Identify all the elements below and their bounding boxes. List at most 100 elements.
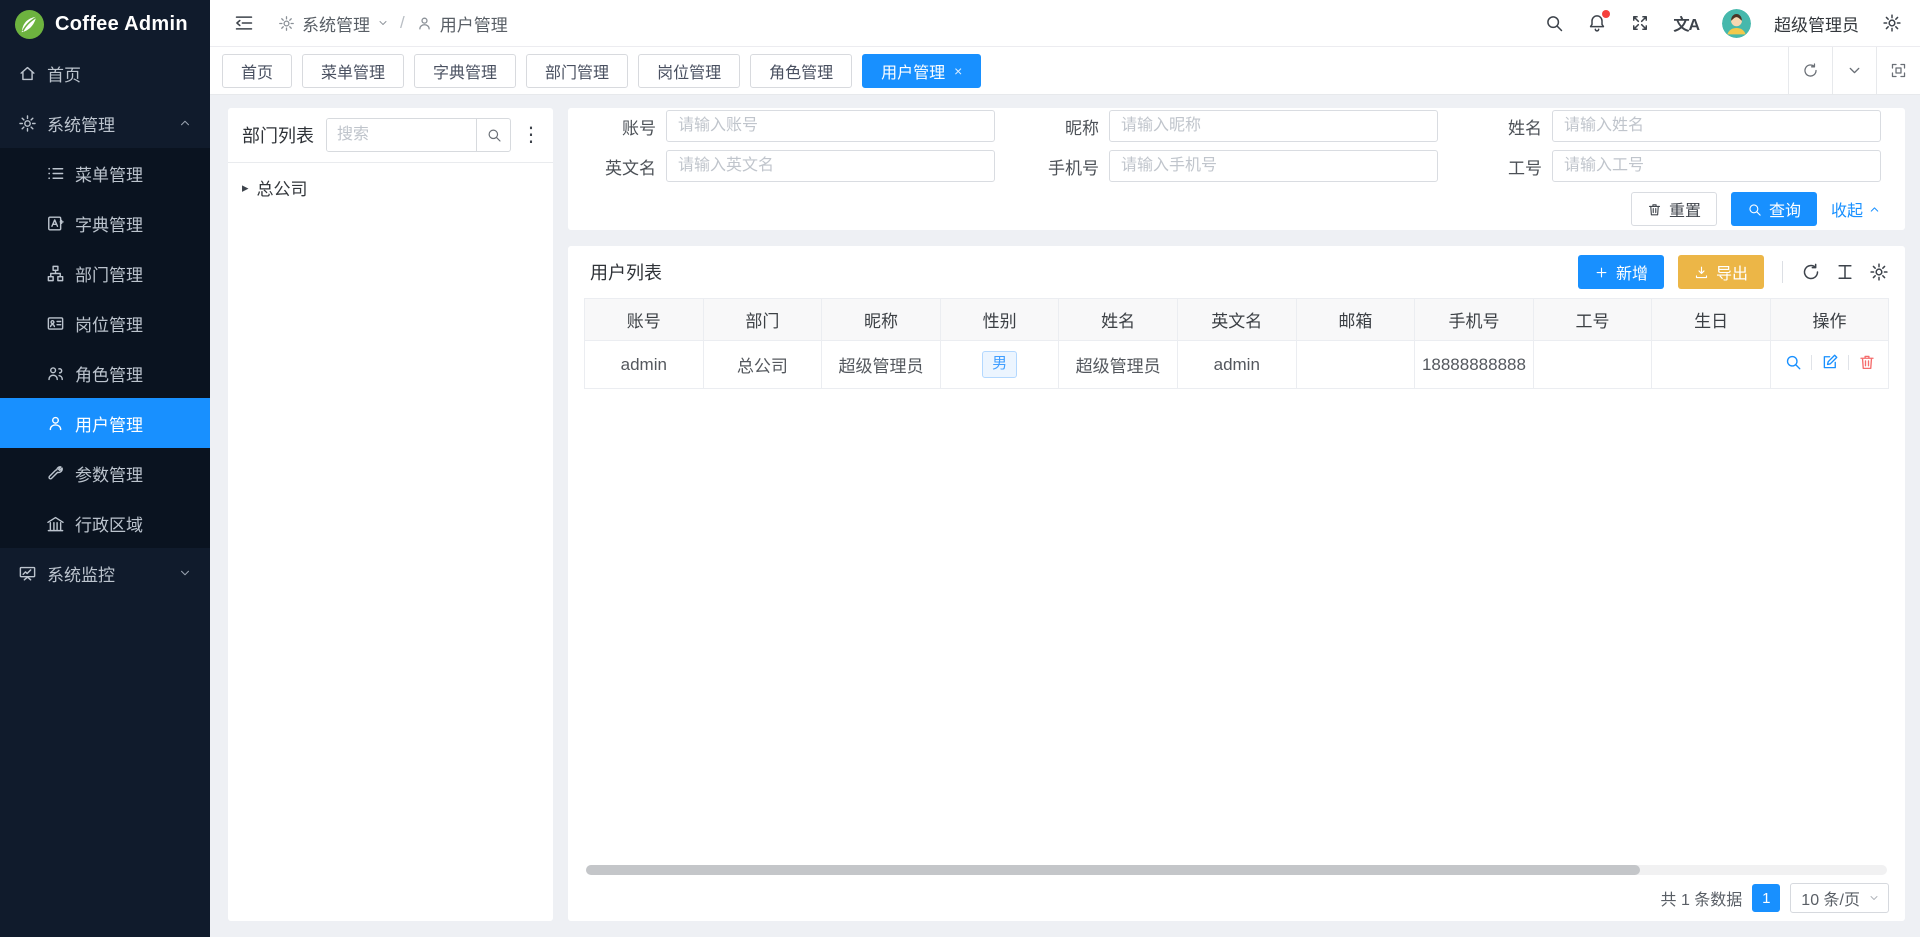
filter-panel: 账号 昵称 姓名 英文名 手机号 工号 bbox=[568, 108, 1905, 230]
field-label: 姓名 bbox=[1464, 114, 1552, 139]
header-actions: 文A 超级管理员 bbox=[1544, 9, 1902, 38]
fullscreen-icon[interactable] bbox=[1630, 13, 1650, 33]
department-search-input[interactable] bbox=[327, 119, 476, 151]
tab-home[interactable]: 首页 bbox=[222, 54, 292, 88]
cell-nickname: 超级管理员 bbox=[822, 341, 941, 389]
tab-dept-management[interactable]: 部门管理 bbox=[526, 54, 628, 88]
brand-name: Coffee Admin bbox=[55, 13, 188, 36]
export-label: 导出 bbox=[1716, 260, 1748, 284]
trash-icon bbox=[1647, 202, 1662, 217]
department-panel-header: 部门列表 ⋮ bbox=[228, 108, 553, 163]
page-number-button[interactable]: 1 bbox=[1752, 884, 1780, 912]
search-button[interactable]: 查询 bbox=[1731, 192, 1817, 226]
org-tree-icon bbox=[46, 264, 65, 283]
tab-dict-management[interactable]: 字典管理 bbox=[414, 54, 516, 88]
tab-role-management[interactable]: 角色管理 bbox=[750, 54, 852, 88]
sidebar-item-user-management[interactable]: 用户管理 bbox=[0, 398, 210, 448]
tab-post-management[interactable]: 岗位管理 bbox=[638, 54, 740, 88]
monitor-icon bbox=[18, 564, 37, 583]
column-settings-icon[interactable] bbox=[1869, 262, 1889, 282]
row-height-icon[interactable] bbox=[1835, 262, 1855, 282]
sidebar-item-label: 岗位管理 bbox=[75, 311, 143, 336]
sidebar-item-label: 部门管理 bbox=[75, 261, 143, 286]
cell-english-name: admin bbox=[1177, 341, 1296, 389]
sidebar-menu: 首页 系统管理 菜单管理 字典管理 部门管理 岗位管理 bbox=[0, 48, 210, 598]
user-icon bbox=[416, 15, 433, 32]
top-header: 系统管理 / 用户管理 文A 超级管理员 bbox=[210, 0, 1920, 47]
username[interactable]: 超级管理员 bbox=[1774, 11, 1859, 36]
add-user-button[interactable]: 新增 bbox=[1578, 255, 1664, 289]
field-label: 手机号 bbox=[1021, 154, 1109, 179]
sidebar-item-system-management[interactable]: 系统管理 bbox=[0, 98, 210, 148]
collapse-sidebar-icon[interactable] bbox=[234, 13, 254, 33]
phone-input[interactable] bbox=[1109, 150, 1438, 182]
tab-list-dropdown[interactable] bbox=[1832, 47, 1876, 95]
filter-field-name: 姓名 bbox=[1464, 110, 1881, 142]
refresh-tab-button[interactable] bbox=[1788, 47, 1832, 95]
refresh-table-icon[interactable] bbox=[1801, 262, 1821, 282]
view-icon[interactable] bbox=[1784, 353, 1802, 371]
sidebar-item-role-management[interactable]: 角色管理 bbox=[0, 348, 210, 398]
avatar[interactable] bbox=[1722, 9, 1751, 38]
notifications-button[interactable] bbox=[1587, 13, 1607, 33]
translate-icon[interactable]: 文A bbox=[1673, 11, 1699, 35]
department-search-button[interactable] bbox=[476, 119, 510, 151]
tab-menu-management[interactable]: 菜单管理 bbox=[302, 54, 404, 88]
filter-field-nickname: 昵称 bbox=[1021, 110, 1438, 142]
edit-icon[interactable] bbox=[1821, 353, 1839, 371]
cell-dept: 总公司 bbox=[703, 341, 822, 389]
scrollbar-thumb[interactable] bbox=[586, 865, 1640, 875]
tree-node-label: 总公司 bbox=[257, 175, 308, 200]
sidebar-item-home[interactable]: 首页 bbox=[0, 48, 210, 98]
delete-icon[interactable] bbox=[1858, 353, 1876, 371]
sidebar-item-label: 角色管理 bbox=[75, 361, 143, 386]
search-icon[interactable] bbox=[1544, 13, 1564, 33]
english-name-input[interactable] bbox=[666, 150, 995, 182]
sidebar-item-param-management[interactable]: 参数管理 bbox=[0, 448, 210, 498]
sidebar-item-dept-management[interactable]: 部门管理 bbox=[0, 248, 210, 298]
reset-button[interactable]: 重置 bbox=[1631, 192, 1717, 226]
collapse-filter-link[interactable]: 收起 bbox=[1831, 197, 1881, 221]
sidebar: Coffee Admin 首页 系统管理 菜单管理 字典管理 部门管理 bbox=[0, 0, 210, 937]
tab-user-management[interactable]: 用户管理 × bbox=[862, 54, 981, 88]
toolbar-divider bbox=[1782, 261, 1783, 283]
cell-email bbox=[1296, 341, 1415, 389]
avatar-image bbox=[1722, 9, 1751, 38]
column-header: 生日 bbox=[1652, 299, 1771, 341]
tree-node-head-office[interactable]: ▸ 总公司 bbox=[228, 163, 553, 212]
close-icon[interactable]: × bbox=[954, 64, 962, 78]
main-content: 部门列表 ⋮ ▸ 总公司 账号 昵称 姓名 bbox=[210, 95, 1920, 937]
tab-bar: 首页 菜单管理 字典管理 部门管理 岗位管理 角色管理 用户管理 × bbox=[210, 47, 1920, 95]
chevron-up-icon bbox=[1868, 203, 1881, 216]
account-input[interactable] bbox=[666, 110, 995, 142]
name-input[interactable] bbox=[1552, 110, 1881, 142]
export-button[interactable]: 导出 bbox=[1678, 255, 1764, 289]
cell-phone: 18888888888 bbox=[1415, 341, 1534, 389]
list-icon bbox=[46, 164, 65, 183]
sidebar-item-dict-management[interactable]: 字典管理 bbox=[0, 198, 210, 248]
sidebar-item-system-monitor[interactable]: 系统监控 bbox=[0, 548, 210, 598]
table-empty-area bbox=[584, 389, 1889, 865]
column-header: 手机号 bbox=[1415, 299, 1534, 341]
gear-icon bbox=[18, 114, 37, 133]
user-list-header: 用户列表 新增 导出 bbox=[584, 246, 1889, 298]
tab-label: 字典管理 bbox=[433, 59, 497, 83]
job-number-input[interactable] bbox=[1552, 150, 1881, 182]
gear-icon[interactable] bbox=[1882, 13, 1902, 33]
chevron-down-icon bbox=[178, 566, 192, 580]
nickname-input[interactable] bbox=[1109, 110, 1438, 142]
more-options-icon[interactable]: ⋮ bbox=[521, 125, 541, 145]
column-header: 姓名 bbox=[1059, 299, 1178, 341]
page-size-select[interactable]: 10 条/页 bbox=[1790, 883, 1889, 913]
sidebar-item-admin-region[interactable]: 行政区域 bbox=[0, 498, 210, 548]
maximize-content-button[interactable] bbox=[1876, 47, 1920, 95]
sidebar-item-post-management[interactable]: 岗位管理 bbox=[0, 298, 210, 348]
sidebar-item-menu-management[interactable]: 菜单管理 bbox=[0, 148, 210, 198]
tab-label: 菜单管理 bbox=[321, 59, 385, 83]
tab-label: 首页 bbox=[241, 59, 273, 83]
caret-right-icon[interactable]: ▸ bbox=[242, 180, 249, 196]
download-icon bbox=[1694, 265, 1709, 280]
breadcrumb-level1[interactable]: 系统管理 bbox=[302, 11, 370, 36]
department-panel-title: 部门列表 bbox=[242, 122, 314, 148]
field-label: 账号 bbox=[578, 114, 666, 139]
